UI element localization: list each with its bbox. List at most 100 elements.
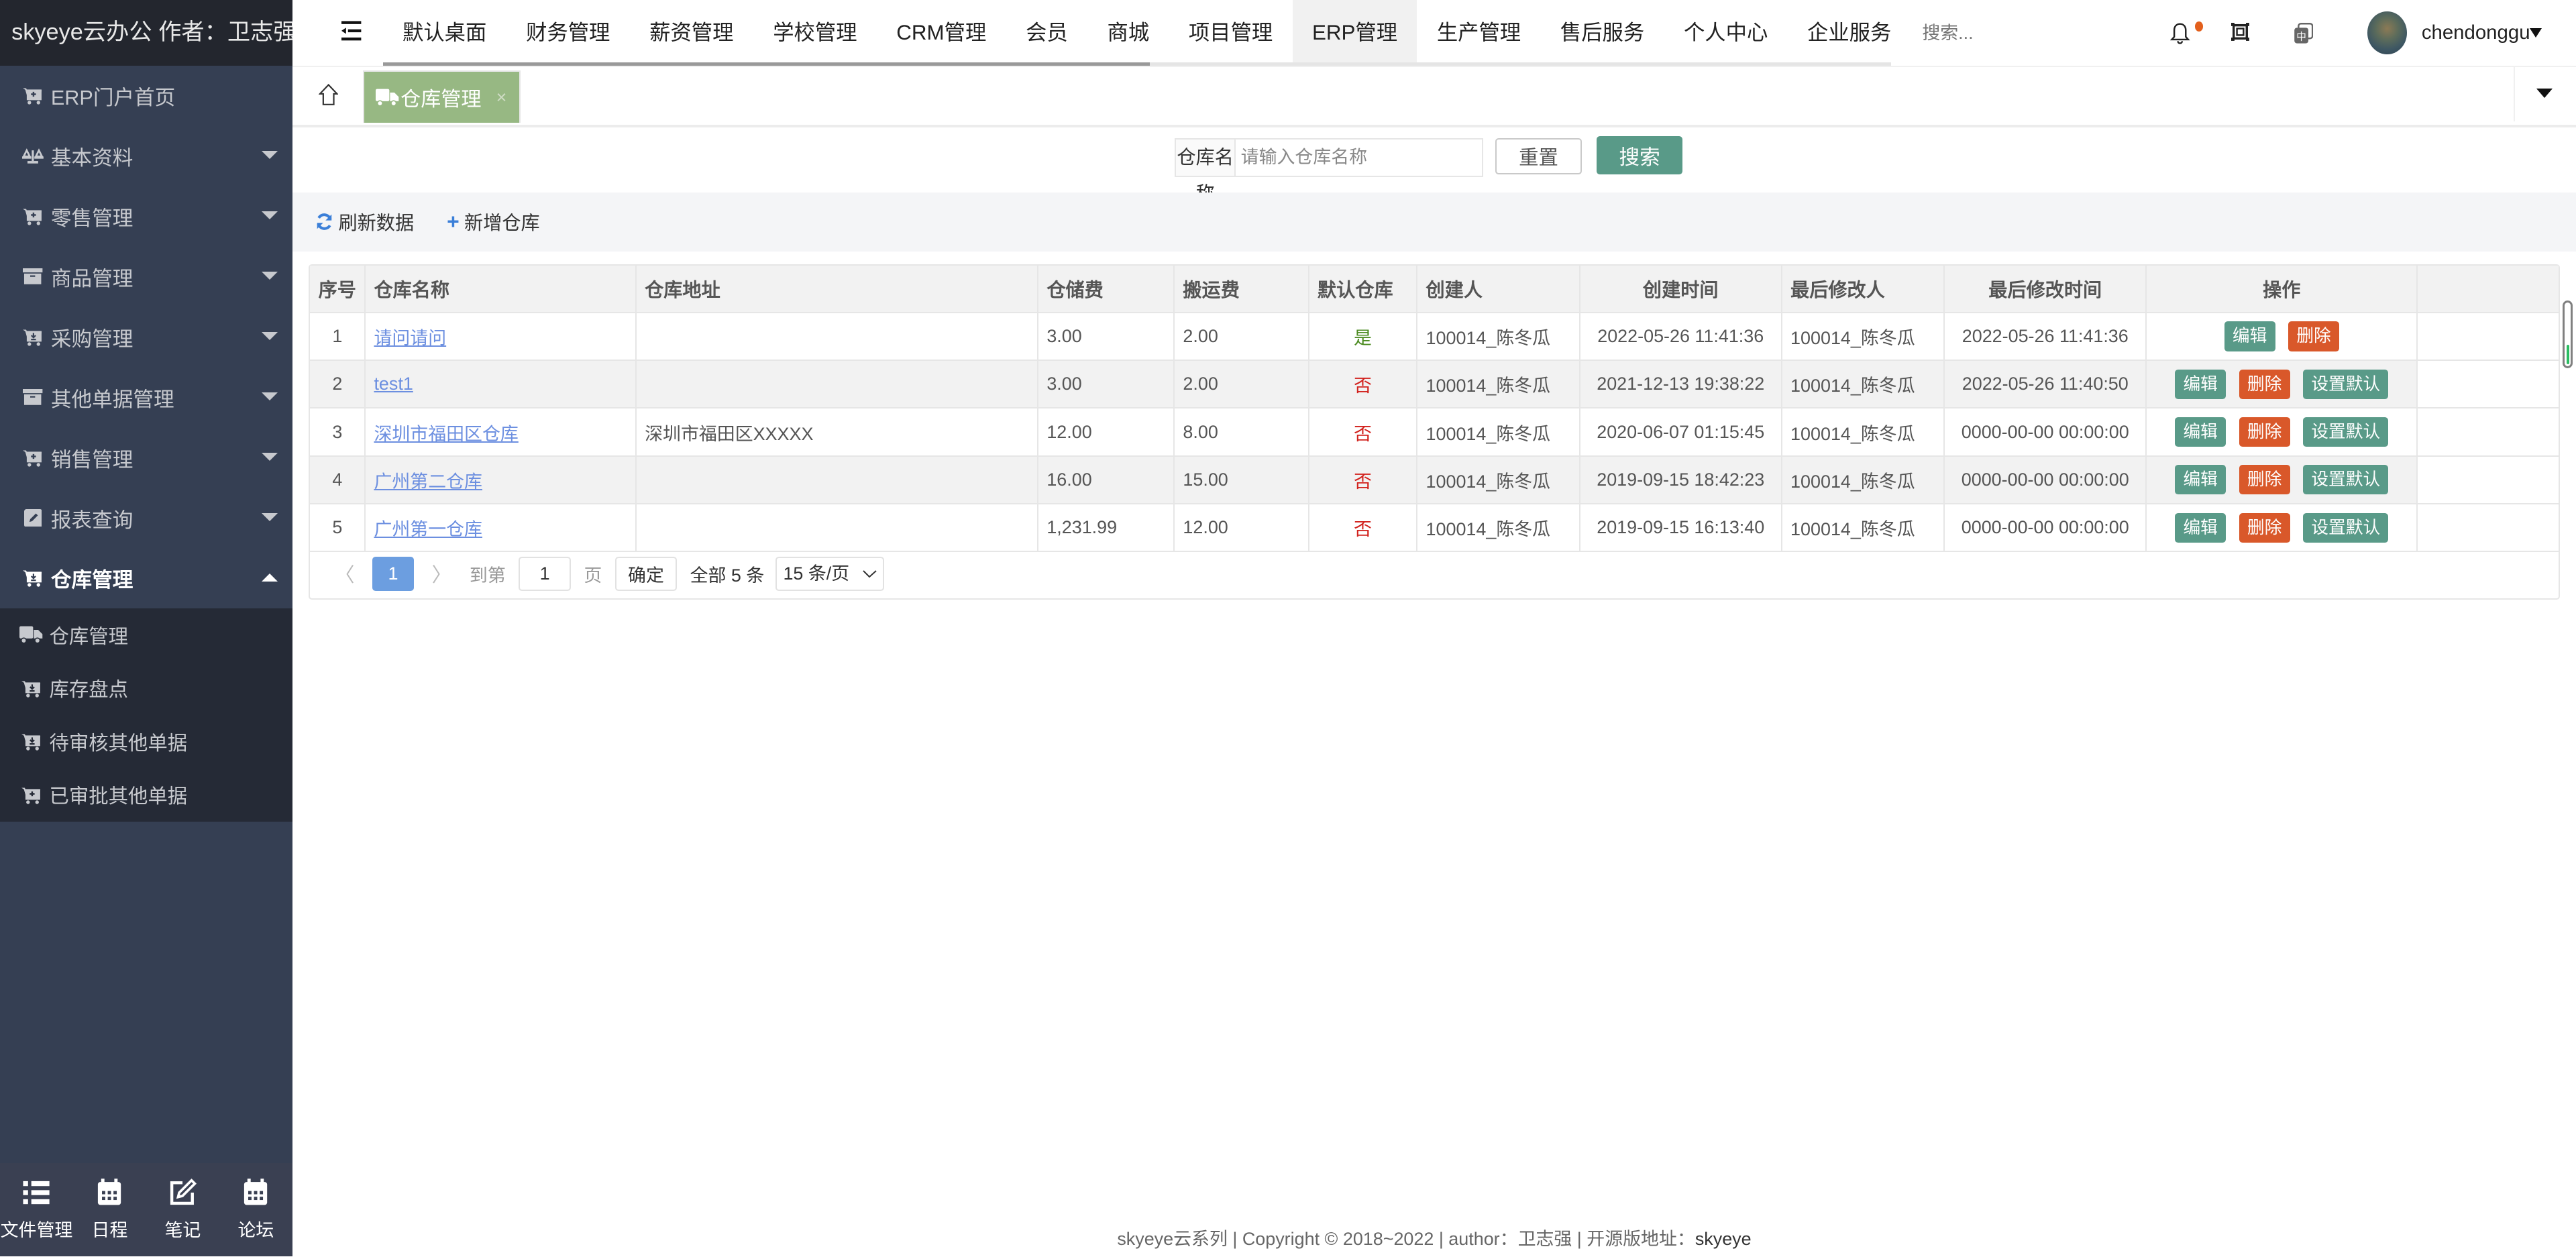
column-header-handling-fee[interactable]: 搬运费	[1174, 266, 1309, 313]
warehouse-name-link[interactable]: test1	[374, 374, 413, 394]
nav-item[interactable]: 学校管理	[753, 0, 877, 66]
cell-value: 0000-00-00 00:00:00	[1961, 469, 2129, 490]
warehouse-name-input[interactable]	[1236, 139, 1482, 176]
nav-item[interactable]: CRM管理	[877, 0, 1006, 66]
user-avatar[interactable]	[2367, 11, 2407, 54]
nav-item[interactable]: ERP管理	[1292, 0, 1417, 66]
delete-button[interactable]: 删除	[2239, 465, 2290, 495]
column-header-storage-fee[interactable]: 仓储费	[1038, 266, 1175, 313]
bell-icon[interactable]	[2170, 21, 2190, 44]
sidebar-item[interactable]: 基本资料	[0, 126, 292, 186]
cart-arrow-down-icon	[19, 679, 42, 698]
sidebar-item[interactable]: 报表查询	[0, 488, 292, 548]
page-size-select[interactable]: 15 条/页	[775, 556, 885, 592]
tab-warehouse-management[interactable]: 仓库管理 ×	[363, 70, 521, 123]
nav-item[interactable]: 售后服务	[1541, 0, 1664, 66]
page-scrollbar-thumb[interactable]	[2566, 344, 2569, 365]
set-default-button[interactable]: 设置默认	[2303, 465, 2389, 495]
refresh-data-button[interactable]: 刷新数据	[315, 208, 414, 235]
sidebar-item[interactable]: 零售管理	[0, 186, 292, 247]
set-default-button[interactable]: 设置默认	[2303, 417, 2389, 447]
delete-button[interactable]: 删除	[2239, 417, 2290, 447]
sidebar-item[interactable]: ERP门户首页	[0, 66, 292, 126]
nav-item[interactable]: 商城	[1087, 0, 1169, 66]
edit-button[interactable]: 编辑	[2224, 321, 2275, 351]
edit-button[interactable]: 编辑	[2175, 417, 2226, 447]
set-default-button[interactable]: 设置默认	[2303, 369, 2389, 399]
sidebar-subitem[interactable]: 待审核其他单据	[0, 715, 292, 769]
tab-close-icon[interactable]: ×	[496, 87, 507, 108]
page-scrollbar[interactable]	[2563, 300, 2573, 368]
cell-actions: 编辑 删除 设置默认	[2146, 360, 2418, 409]
menu-collapse-icon[interactable]	[341, 19, 362, 42]
next-page-button[interactable]: 〉	[427, 559, 456, 588]
pencil-square-icon	[21, 508, 44, 527]
table-row[interactable]: 5 广州第一仓库 1,231.99 12.00 否 100014_陈冬瓜 2019-09-1…	[310, 504, 2559, 553]
cell-handling-fee: 8.00	[1174, 408, 1309, 457]
nav-item[interactable]: 项目管理	[1169, 0, 1293, 66]
column-header-creator[interactable]: 创建人	[1417, 266, 1580, 313]
column-header-no[interactable]: 序号	[310, 266, 366, 313]
fullscreen-icon[interactable]	[2231, 23, 2249, 42]
sidebar-item[interactable]: 仓库管理	[0, 548, 292, 608]
caret-down-icon	[261, 512, 278, 521]
nav-item[interactable]: 生产管理	[1417, 0, 1540, 66]
nav-item[interactable]: 财务管理	[506, 0, 630, 66]
sidebar-subitem[interactable]: 库存盘点	[0, 661, 292, 715]
sidebar-item[interactable]: 销售管理	[0, 427, 292, 488]
footer-link[interactable]: skyeye	[1695, 1229, 1752, 1249]
prev-page-button[interactable]: 〈	[330, 559, 360, 588]
tool-file-manager[interactable]: 文件管理	[1, 1178, 73, 1242]
edit-button[interactable]: 编辑	[2175, 369, 2226, 399]
cell-value: 0000-00-00 00:00:00	[1961, 421, 2129, 442]
edit-button[interactable]: 编辑	[2175, 512, 2226, 543]
sidebar-subitem[interactable]: 仓库管理	[0, 608, 292, 662]
reset-button[interactable]: 重置	[1495, 138, 1582, 174]
edit-button[interactable]: 编辑	[2175, 465, 2226, 495]
nav-item[interactable]: 薪资管理	[630, 0, 753, 66]
table-row[interactable]: 4 广州第二仓库 16.00 15.00 否 100014_陈冬瓜 2019-09-15 1…	[310, 455, 2559, 505]
nav-item[interactable]: 会员	[1006, 0, 1087, 66]
sidebar-subitem[interactable]: 已审批其他单据	[0, 769, 292, 822]
set-default-button[interactable]: 设置默认	[2303, 512, 2389, 543]
warehouse-name-link[interactable]: 广州第一仓库	[374, 519, 482, 539]
table-row[interactable]: 3 深圳市福田区仓库 深圳市福田区XXXXX 12.00 8.00 否 100014_陈冬瓜…	[310, 408, 2559, 457]
page-1-button[interactable]: 1	[372, 556, 414, 592]
username[interactable]: chendongguа	[2422, 21, 2530, 44]
home-icon[interactable]	[319, 83, 339, 106]
column-header-created-time[interactable]: 创建时间	[1579, 266, 1782, 313]
column-header-address[interactable]: 仓库地址	[635, 266, 1039, 313]
warehouse-name-link[interactable]: 深圳市福田区仓库	[374, 424, 518, 444]
language-icon[interactable]: 中	[2294, 23, 2314, 44]
delete-button[interactable]: 删除	[2239, 369, 2290, 399]
cell-modifier: 100014_陈冬瓜	[1781, 360, 1945, 409]
nav-item[interactable]: 默认桌面	[383, 0, 506, 66]
tool-forum[interactable]: 论坛	[220, 1178, 292, 1242]
sidebar-item[interactable]: 其他单据管理	[0, 367, 292, 427]
goto-page-input[interactable]	[519, 557, 571, 591]
column-header-name[interactable]: 仓库名称	[365, 266, 637, 313]
tab-dropdown-caret-icon[interactable]	[2514, 66, 2576, 121]
nav-item[interactable]: 个人中心	[1664, 0, 1788, 66]
nav-item[interactable]: 企业服务	[1788, 0, 1891, 66]
warehouse-name-link[interactable]: 广州第二仓库	[374, 472, 482, 492]
table-row[interactable]: 1 请问请问 3.00 2.00 是 100014_陈冬瓜 2022-05-26 11:41…	[310, 312, 2559, 362]
global-search-input[interactable]	[1919, 21, 2090, 46]
warehouse-name-link[interactable]: 请问请问	[374, 328, 446, 348]
tool-schedule[interactable]: 日程	[74, 1178, 146, 1242]
tool-notes[interactable]: 笔记	[147, 1178, 219, 1242]
search-button[interactable]: 搜索	[1597, 136, 1682, 174]
goto-confirm-button[interactable]: 确定	[614, 556, 678, 592]
column-header-modifier[interactable]: 最后修改人	[1781, 266, 1945, 313]
sidebar-item[interactable]: 商品管理	[0, 247, 292, 307]
delete-button[interactable]: 删除	[2288, 321, 2339, 351]
column-header-modified-time[interactable]: 最后修改时间	[1944, 266, 2147, 313]
cell-value: 100014_陈冬瓜	[1790, 471, 1915, 492]
cell-value: 5	[332, 517, 343, 538]
delete-button[interactable]: 删除	[2239, 512, 2290, 543]
add-warehouse-button[interactable]: + 新增仓库	[447, 208, 540, 235]
user-dropdown-caret-icon[interactable]	[2530, 28, 2542, 38]
sidebar-item[interactable]: 采购管理	[0, 307, 292, 367]
table-row[interactable]: 2 test1 3.00 2.00 否 100014_陈冬瓜 2021-12-13 19:3…	[310, 360, 2559, 409]
column-header-default[interactable]: 默认仓库	[1308, 266, 1418, 313]
